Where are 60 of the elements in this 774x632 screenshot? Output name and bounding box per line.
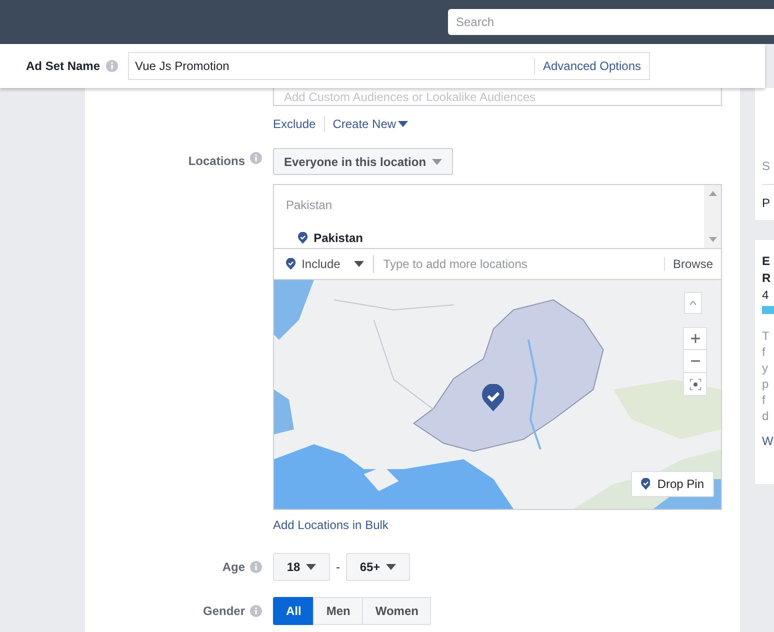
bulk-locations-link[interactable]: Add Locations in Bulk	[273, 516, 722, 534]
card-text: E	[762, 253, 772, 270]
min-age-dropdown[interactable]: 18	[273, 553, 330, 581]
dropdown-link[interactable]: Create New	[332, 116, 408, 132]
focus-icon	[690, 378, 700, 390]
info-icon	[250, 152, 262, 164]
map-pin-icon	[286, 258, 296, 270]
link[interactable]: Exclude	[273, 116, 316, 132]
gender-option[interactable]: Men	[313, 597, 364, 625]
advanced-options-link[interactable]: Advanced Options	[534, 57, 650, 75]
scroll-up-icon	[708, 191, 716, 196]
max-age-dropdown[interactable]: 65+	[346, 553, 410, 581]
info-icon	[106, 60, 118, 72]
caret-icon	[306, 564, 316, 570]
minus-icon	[690, 360, 700, 362]
caret-icon	[398, 121, 408, 127]
field-label: Locations	[188, 153, 245, 170]
map-pin-icon	[298, 232, 308, 244]
map-collapse-button[interactable]	[684, 292, 702, 314]
browse-button[interactable]: Browse	[664, 255, 721, 273]
info-icon	[250, 561, 262, 573]
caret-icon	[386, 564, 396, 570]
ad-set-name-field[interactable]: Vue Js Promotion Advanced Options	[128, 52, 650, 80]
caret-icon	[354, 261, 364, 267]
include-dropdown[interactable]: Include	[286, 255, 364, 273]
scroll-down-icon	[708, 237, 716, 242]
card-text: p	[762, 376, 770, 392]
card-text: d	[762, 408, 770, 424]
field-label: Age	[222, 559, 245, 576]
card-text: y	[762, 360, 769, 376]
card-link[interactable]: W	[762, 432, 774, 450]
range-separator: -	[336, 559, 340, 576]
plus-icon	[690, 334, 700, 343]
search-field[interactable]: Search	[448, 9, 774, 35]
card-text: 4	[762, 287, 770, 304]
scrollbar[interactable]	[704, 185, 721, 248]
card-text: R	[762, 270, 772, 287]
field-label: Ad Set Name	[26, 58, 100, 75]
selected-location[interactable]: Pakistan	[314, 229, 363, 247]
location-group-heading: Pakistan	[286, 197, 334, 214]
drop-pin-button[interactable]: Drop Pin	[630, 471, 714, 497]
map-pin-icon	[482, 384, 504, 412]
card-text: P	[762, 195, 772, 212]
card-text: f	[762, 392, 766, 408]
card-text: S	[762, 158, 772, 174]
location-search-field[interactable]: Type to add more locations	[374, 255, 664, 273]
zoom-in-button[interactable]	[683, 327, 707, 350]
gender-option[interactable]: Women	[362, 597, 432, 625]
audience-field[interactable]: Add Custom Audiences or Lookalike Audiences	[273, 88, 722, 106]
field-label: Gender	[202, 603, 245, 620]
chevron-up-icon	[690, 301, 696, 305]
card-text: f	[762, 344, 766, 360]
recenter-button[interactable]	[683, 373, 707, 396]
gender-option[interactable]: All	[273, 597, 314, 625]
map-pin-icon	[640, 478, 650, 490]
location-type-dropdown[interactable]: Everyone in this location	[273, 148, 454, 175]
card-text: T	[762, 328, 770, 344]
info-icon	[250, 605, 262, 617]
caret-icon	[432, 158, 442, 164]
color-strip	[762, 306, 774, 314]
